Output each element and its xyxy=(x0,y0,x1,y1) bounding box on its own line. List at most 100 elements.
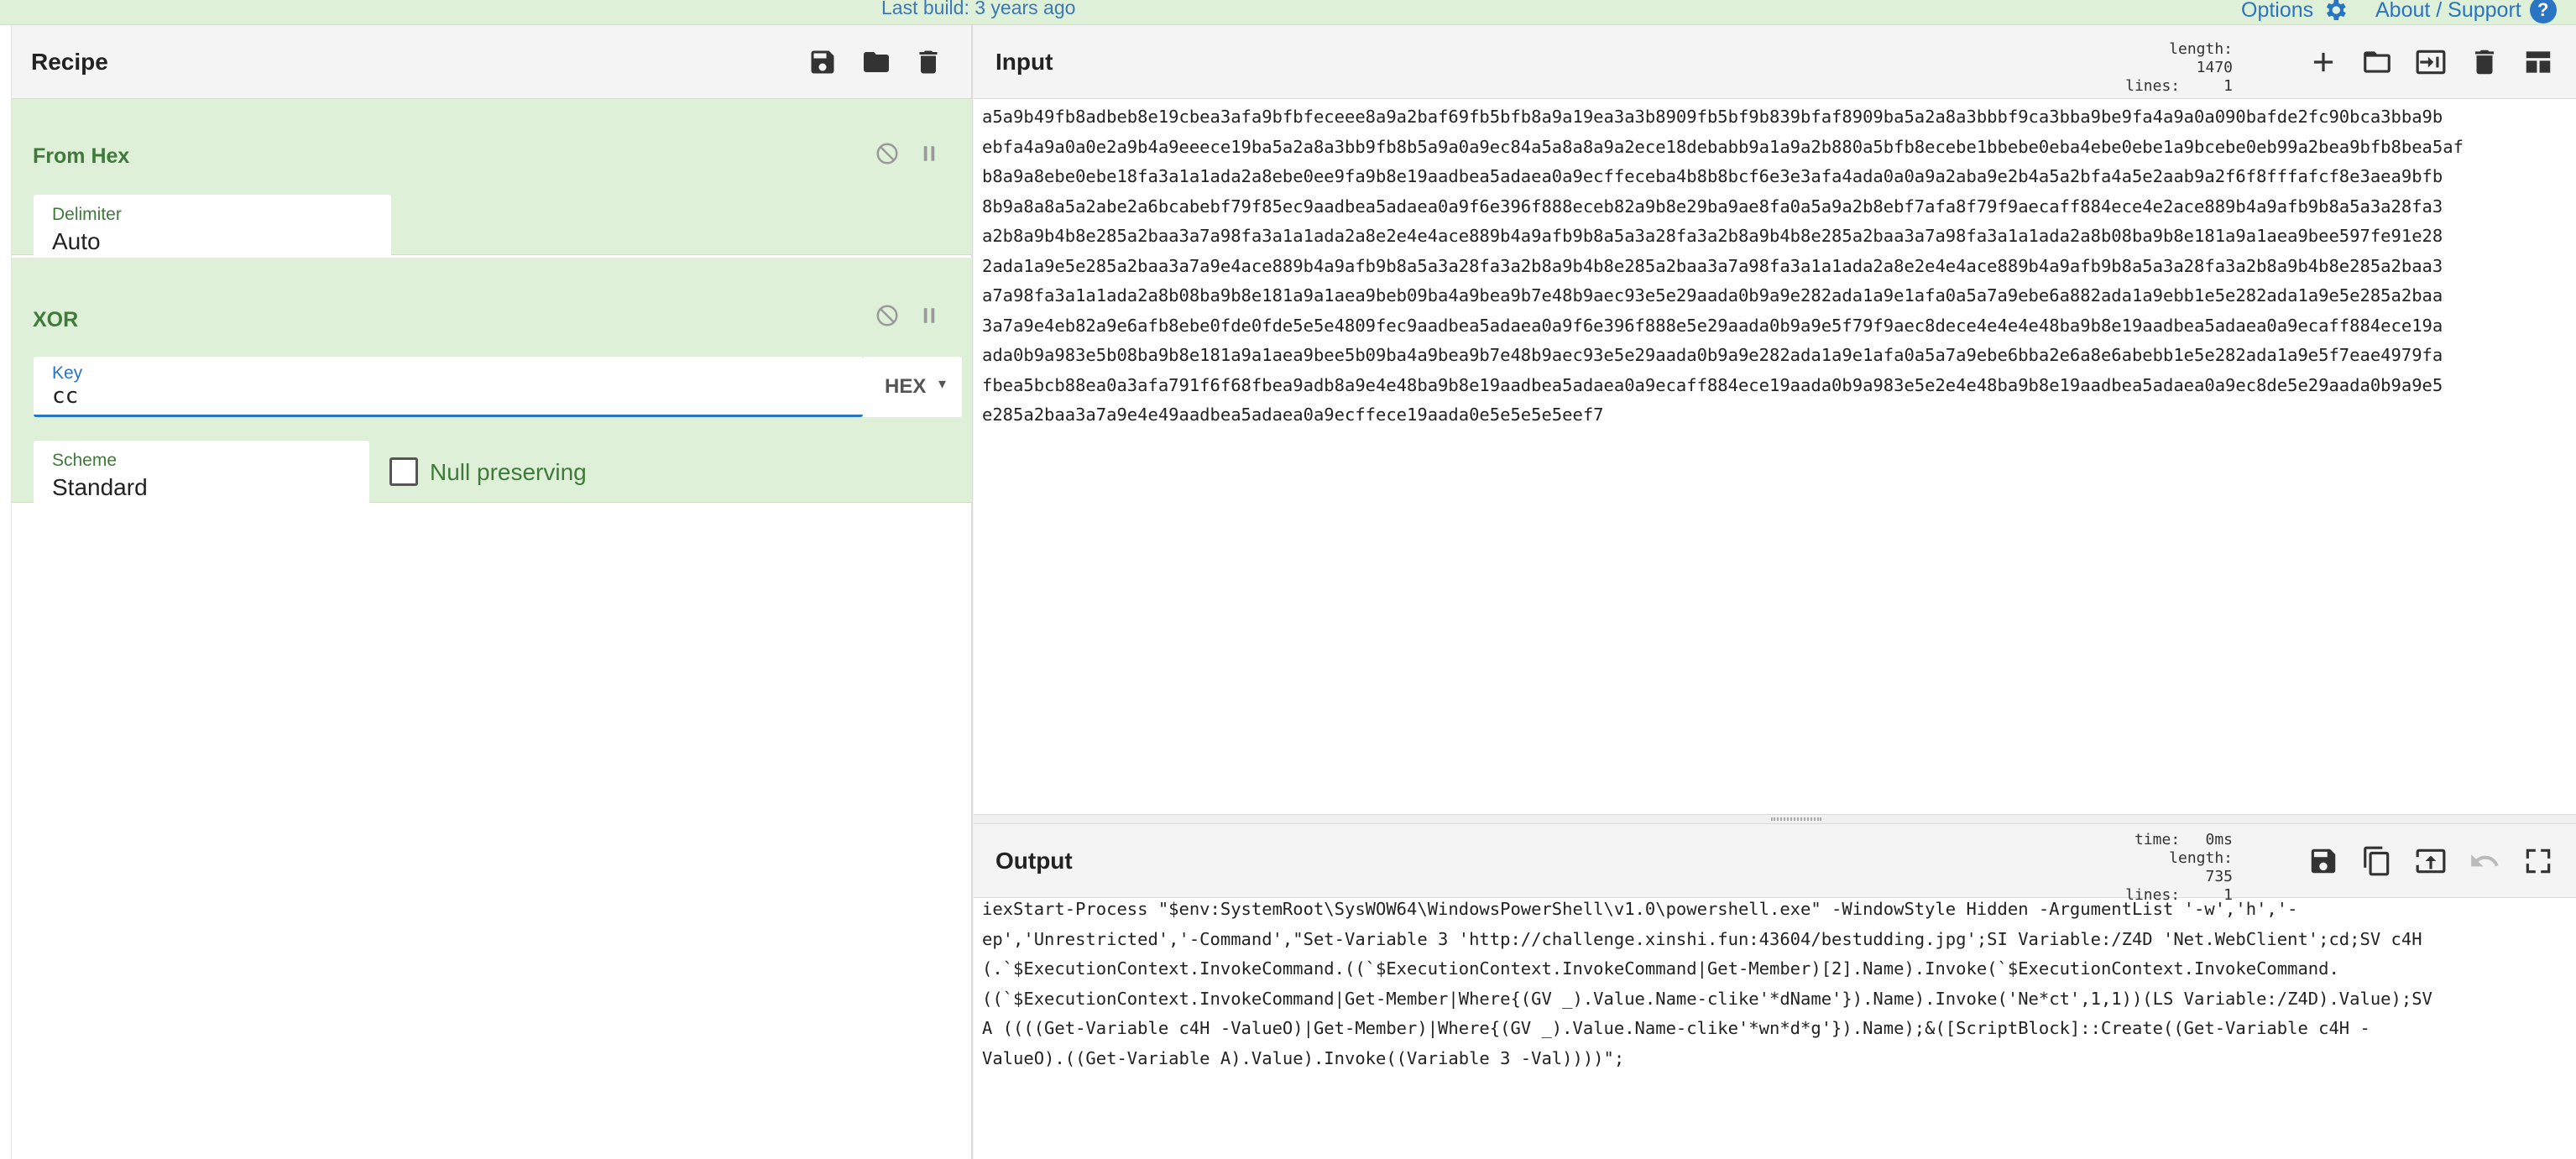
replace-input-icon xyxy=(2416,848,2446,874)
input-panel: Input length: 1470 lines: 1 a5a9b49fb8ad… xyxy=(974,25,2576,814)
key-format-dropdown[interactable]: HEX ▾ xyxy=(863,357,962,417)
recipe-header: Recipe xyxy=(12,25,971,99)
undo-icon xyxy=(2471,854,2499,867)
input-length-value: 1470 xyxy=(2196,59,2233,76)
options-label: Options xyxy=(2241,0,2314,22)
clear-input-button[interactable] xyxy=(2466,44,2503,81)
key-value: cc xyxy=(52,384,79,409)
gear-icon xyxy=(2327,0,2346,20)
clear-recipe-button[interactable] xyxy=(910,44,947,81)
add-input-tab-button[interactable] xyxy=(2305,44,2342,81)
input-text-line: e285a2baa3a7a9e4e49aadbea5adaea0a9ecffec… xyxy=(982,405,1604,425)
operation-title: XOR xyxy=(33,308,79,332)
null-preserving-label: Null preserving xyxy=(430,459,587,485)
input-lines-value: 1 xyxy=(2223,77,2233,95)
input-text-line: a7a98fa3a1a1ada2a8b08ba9b8e181a9a1aea9be… xyxy=(982,285,2443,305)
last-build-label: Last build: 3 years ago xyxy=(881,0,1076,18)
save-recipe-button[interactable] xyxy=(804,44,841,81)
output-length-value: 735 xyxy=(2205,868,2233,885)
undo-button[interactable] xyxy=(2466,843,2503,880)
output-header: Output time: 0ms length: 735 lines: 1 xyxy=(974,824,2576,904)
operation-xor[interactable]: XOR Key cc HEX ▾ Scheme Standard Null pr… xyxy=(12,258,972,508)
null-preserving-checkbox[interactable] xyxy=(389,457,418,486)
output-textarea[interactable]: iexStart-Process "$env:SystemRoot\SysWOW… xyxy=(982,895,2573,1155)
input-text-line: 8b9a8a8a5a2abe2a6bcabebf79f85ec9aadbea5a… xyxy=(982,196,2443,217)
disable-icon xyxy=(876,143,898,164)
open-file-button[interactable] xyxy=(2359,44,2396,81)
folder-icon xyxy=(864,52,889,72)
scheme-value: Standard xyxy=(52,474,148,500)
save-output-button[interactable] xyxy=(2305,843,2342,880)
output-time-label: time: xyxy=(2134,831,2181,848)
output-panel: Output time: 0ms length: 735 lines: 1 ie… xyxy=(974,824,2576,1159)
open-folder-button[interactable] xyxy=(2412,44,2449,81)
copy-icon xyxy=(2364,846,2390,876)
maximise-icon xyxy=(2526,848,2551,874)
input-length-label: length: xyxy=(2169,40,2233,58)
operation-title: From Hex xyxy=(33,144,130,168)
plus-icon xyxy=(2313,52,2333,72)
grip-icon xyxy=(1771,817,1821,821)
operations-panel-edge[interactable] xyxy=(0,25,12,1159)
reset-layout-button[interactable] xyxy=(2520,44,2557,81)
recipe-title: Recipe xyxy=(31,49,108,75)
maximise-output-button[interactable] xyxy=(2520,843,2557,880)
input-header: Input length: 1470 lines: 1 xyxy=(974,25,2576,99)
pause-icon xyxy=(923,146,935,161)
trash-icon xyxy=(919,50,938,74)
disable-operation-button[interactable] xyxy=(875,141,900,166)
breakpoint-button[interactable] xyxy=(917,141,942,166)
chevron-down-icon: ▾ xyxy=(938,375,947,392)
input-lines-label: lines: xyxy=(2125,77,2181,95)
folder-icon xyxy=(2364,51,2391,73)
output-text-line: ep','Unrestricted','-Command',"Set-Varia… xyxy=(982,928,2422,949)
recipe-panel: Recipe From Hex Delimiter Auto XOR Key c… xyxy=(12,25,972,1159)
help-icon: ? xyxy=(2529,0,2557,23)
about-support-link[interactable]: About / Support ? xyxy=(2375,0,2557,23)
pause-icon xyxy=(923,308,935,323)
output-text-line: iexStart-Process "$env:SystemRoot\SysWOW… xyxy=(982,899,2298,919)
output-stats: time: 0ms length: 735 lines: 1 xyxy=(2124,831,2233,905)
scheme-select[interactable]: Scheme Standard xyxy=(34,441,369,508)
delimiter-label: Delimiter xyxy=(52,205,122,224)
input-text-line: a2b8a9b4b8e285a2baa3a7a98fa3a1a1ada2a8e2… xyxy=(982,226,2443,246)
key-format-label: HEX xyxy=(885,375,927,398)
trash-icon xyxy=(2474,50,2495,75)
options-link[interactable]: Options xyxy=(2241,0,2349,23)
operation-from-hex[interactable]: From Hex Delimiter Auto xyxy=(12,99,972,262)
output-text-line: (.`$ExecutionContext.InvokeCommand.((`$E… xyxy=(982,958,2339,979)
delimiter-value: Auto xyxy=(52,228,101,254)
input-text-line: a5a9b49fb8adbeb8e19cbea3afa9bfbfeceee8a9… xyxy=(982,107,2443,127)
key-input[interactable]: Key cc xyxy=(34,357,863,417)
output-time-value: 0ms xyxy=(2205,831,2233,848)
layout-icon xyxy=(2526,51,2551,73)
input-text-line: 2ada1a9e5e285a2baa3a7a9e4ace889b4a9afb9b… xyxy=(982,255,2443,276)
disable-operation-button[interactable] xyxy=(875,303,900,328)
replace-input-button[interactable] xyxy=(2412,843,2449,880)
top-banner: Last build: 3 years ago Options About / … xyxy=(0,0,2576,25)
copy-output-button[interactable] xyxy=(2359,843,2396,880)
output-text-line: ValueO).((Get-Variable A).Value).Invoke(… xyxy=(982,1047,1625,1068)
save-icon xyxy=(2311,848,2336,874)
disable-icon xyxy=(876,305,898,326)
input-text-line: fbea5bcb88ea0a3afa791f6f68fbea9adb8a9e4e… xyxy=(982,374,2443,395)
key-label: Key xyxy=(52,363,83,383)
output-title: Output xyxy=(995,848,1073,874)
input-text-line: ebfa4a9a0a0e2a9b4a9eeece19ba5a2a8a3bb9fb… xyxy=(982,136,2464,157)
output-length-label: length: xyxy=(2169,849,2233,867)
delimiter-select[interactable]: Delimiter Auto xyxy=(34,195,391,262)
input-textarea[interactable]: a5a9b49fb8adbeb8e19cbea3afa9bfbfeceee8a9… xyxy=(982,102,2573,472)
input-text-line: 3a7a9e4eb82a9e6afb8ebe0fde0fde5e5e4809fe… xyxy=(982,315,2443,336)
save-icon xyxy=(811,50,834,74)
input-title: Input xyxy=(995,49,1053,75)
tab-import-icon xyxy=(2416,50,2446,75)
breakpoint-button[interactable] xyxy=(917,303,942,328)
input-stats: length: 1470 lines: 1 xyxy=(2124,40,2233,96)
horizontal-resize-handle[interactable] xyxy=(974,814,2576,824)
scheme-label: Scheme xyxy=(52,451,118,470)
output-text-line: ((`$ExecutionContext.InvokeCommand|Get-M… xyxy=(982,988,2432,1009)
input-text-line: b8a9a8ebe0ebe18fa3a1a1ada2a8ebe0ee9fa9b8… xyxy=(982,166,2443,186)
load-recipe-button[interactable] xyxy=(858,44,895,81)
input-text-line: ada0b9a983e5b08ba9b8e181a9a1aea9bee5b09b… xyxy=(982,345,2443,365)
about-support-label: About / Support xyxy=(2375,0,2521,22)
